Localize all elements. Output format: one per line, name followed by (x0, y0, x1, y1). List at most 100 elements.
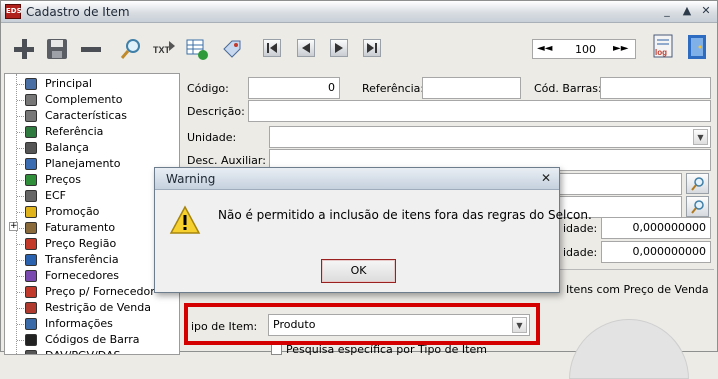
decorative-watermark (569, 319, 689, 379)
remove-icon (81, 47, 101, 52)
tree-connector (17, 84, 24, 85)
minimize-button[interactable]: _ (661, 5, 673, 17)
ok-button[interactable]: OK (321, 259, 396, 283)
tree-item-label: Informações (45, 317, 113, 330)
unidade-label: Unidade: (187, 131, 237, 144)
title-bar: EDS Cadastro de Item _ ▲ ✕ (1, 1, 717, 23)
dialog-title: Warning (166, 172, 216, 186)
tag-button[interactable] (219, 37, 245, 61)
txt-export-icon: TXT (153, 41, 175, 55)
grid-refresh-icon (186, 39, 208, 60)
paperclip-icon (25, 110, 37, 122)
chevron-down-icon[interactable]: ▼ (693, 129, 708, 145)
money-icon (25, 174, 37, 186)
exit-icon (688, 35, 706, 59)
dialog-message: Não é permitido a inclusão de itens fora… (218, 208, 592, 222)
search-button[interactable] (118, 37, 144, 61)
invoice-icon (25, 222, 37, 234)
save-button[interactable] (44, 37, 70, 61)
close-button[interactable]: ✕ (700, 5, 712, 17)
unidade-select[interactable]: ▼ (269, 126, 711, 148)
tree-item-label: Preços (45, 173, 81, 186)
quantity-1-field[interactable]: 0,000000000 (601, 217, 711, 239)
warning-icon (169, 205, 201, 234)
quantity-1-label: idade: (563, 222, 598, 235)
next-record-button[interactable] (330, 39, 348, 57)
previous-record-button[interactable] (297, 39, 315, 57)
referencia-label: Referência: (362, 82, 425, 95)
tree-connector (17, 196, 24, 197)
transfer-icon (25, 254, 37, 266)
star-icon (25, 206, 37, 218)
tree-item[interactable]: Balança (5, 140, 179, 156)
printer-icon (25, 190, 37, 202)
tree-item-label: ECF (45, 189, 66, 202)
exit-button[interactable] (685, 35, 711, 59)
dialog-title-bar: Warning ✕ (155, 168, 559, 190)
region-icon (25, 238, 37, 250)
document-icon (25, 350, 37, 354)
tree-connector (17, 324, 24, 325)
cod-barras-label: Cód. Barras: (534, 82, 602, 95)
maximize-button[interactable]: ▲ (681, 5, 693, 17)
tree-item-label: Códigos de Barra (45, 333, 140, 346)
dialog-close-button[interactable]: ✕ (539, 171, 553, 185)
tree-connector (17, 100, 24, 101)
app-logo-icon: EDS (5, 4, 22, 19)
tree-item[interactable]: Referência (5, 124, 179, 140)
tree-item-label: Preço Região (45, 237, 117, 250)
log-icon: log (653, 34, 673, 58)
tree-item-label: Transferência (45, 253, 119, 266)
list-icon (25, 78, 37, 90)
paperclip-icon (25, 94, 37, 106)
lookup-field-1[interactable] (558, 173, 682, 195)
scale-icon (25, 142, 37, 154)
tree-item-label: Restrição de Venda (45, 301, 151, 314)
last-record-button[interactable] (363, 39, 381, 57)
supplier-price-icon (25, 286, 37, 298)
descricao-field[interactable] (248, 100, 711, 122)
svg-text:TXT: TXT (153, 45, 171, 55)
pager-value[interactable]: 100 (575, 43, 596, 56)
tag-icon (223, 40, 241, 58)
tree-item-label: Complemento (45, 93, 123, 106)
search-icon (691, 200, 704, 214)
tree-item[interactable]: Restrição de Venda (5, 300, 179, 316)
tree-item[interactable]: Principal (5, 76, 179, 92)
tree-connector (17, 260, 24, 261)
search-icon (120, 39, 140, 59)
suppliers-icon (25, 270, 37, 282)
itens-preco-label: Itens com Preço de Venda (566, 283, 709, 296)
lookup-button-1[interactable] (686, 173, 709, 194)
tree-item[interactable]: Características (5, 108, 179, 124)
tree-item[interactable]: Informações (5, 316, 179, 332)
highlight-box (184, 303, 540, 345)
tree-connector (17, 180, 24, 181)
first-record-icon (267, 43, 277, 53)
quantity-2-field[interactable]: 0,000000000 (601, 241, 711, 263)
tree-item-label: Referência (45, 125, 104, 138)
tree-connector (17, 340, 24, 341)
toolbar: TXT ◄◄ 100 ►► log (1, 23, 717, 73)
log-button[interactable]: log (650, 34, 676, 59)
codigo-field[interactable]: 0 (248, 77, 340, 99)
pager-last-icon[interactable]: ►► (613, 43, 628, 54)
grid-refresh-button[interactable] (184, 37, 210, 61)
cod-barras-field[interactable] (600, 77, 711, 99)
info-icon (25, 318, 37, 330)
record-pager[interactable]: ◄◄ 100 ►► (532, 39, 636, 59)
next-record-icon (335, 43, 343, 53)
first-record-button[interactable] (263, 39, 281, 57)
tree-item-label: Balança (45, 141, 89, 154)
add-icon (14, 39, 34, 59)
tree-item[interactable]: Complemento (5, 92, 179, 108)
referencia-field[interactable] (422, 77, 521, 99)
pesquisa-checkbox[interactable] (271, 344, 282, 355)
add-button[interactable] (11, 37, 37, 61)
txt-export-button[interactable]: TXT (151, 37, 177, 61)
remove-button[interactable] (78, 37, 104, 61)
lookup-button-2[interactable] (686, 196, 709, 217)
tree-item[interactable]: Códigos de Barra (5, 332, 179, 348)
pager-first-icon[interactable]: ◄◄ (537, 43, 552, 54)
save-icon (47, 39, 67, 59)
